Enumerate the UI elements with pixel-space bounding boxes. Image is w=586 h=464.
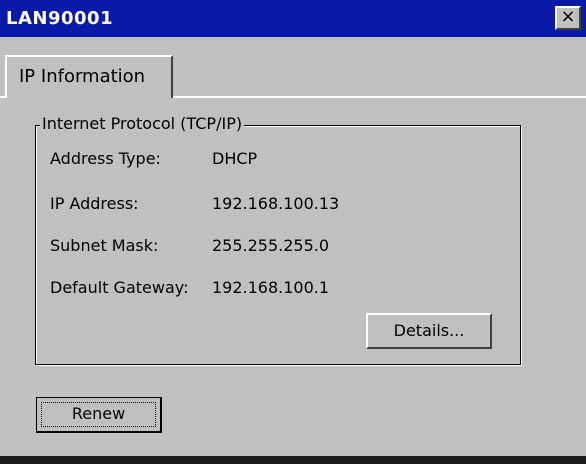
default-gateway-label: Default Gateway: — [50, 278, 189, 297]
window-title: LAN90001 — [6, 8, 114, 29]
address-type-value: DHCP — [212, 149, 258, 168]
close-button[interactable]: × — [555, 6, 581, 30]
address-type-label: Address Type: — [50, 149, 161, 168]
tab-ip-information[interactable]: IP Information — [5, 55, 173, 98]
ip-address-value: 192.168.100.13 — [212, 194, 340, 213]
title-bar[interactable]: LAN90001 × — [0, 0, 586, 37]
focus-rectangle — [41, 402, 156, 427]
subnet-mask-label: Subnet Mask: — [50, 236, 159, 255]
dialog-window: LAN90001 × IP Information Internet Proto… — [0, 0, 586, 464]
close-icon: × — [560, 6, 576, 27]
subnet-mask-value: 255.255.255.0 — [212, 236, 330, 255]
renew-button[interactable]: Renew — [36, 397, 162, 433]
bottom-edge-bar — [0, 456, 586, 464]
default-gateway-value: 192.168.100.1 — [212, 278, 330, 297]
details-button[interactable]: Details... — [366, 313, 492, 349]
groupbox-title: Internet Protocol (TCP/IP) — [40, 114, 245, 133]
tab-label: IP Information — [19, 66, 146, 87]
ip-address-label: IP Address: — [50, 194, 139, 213]
